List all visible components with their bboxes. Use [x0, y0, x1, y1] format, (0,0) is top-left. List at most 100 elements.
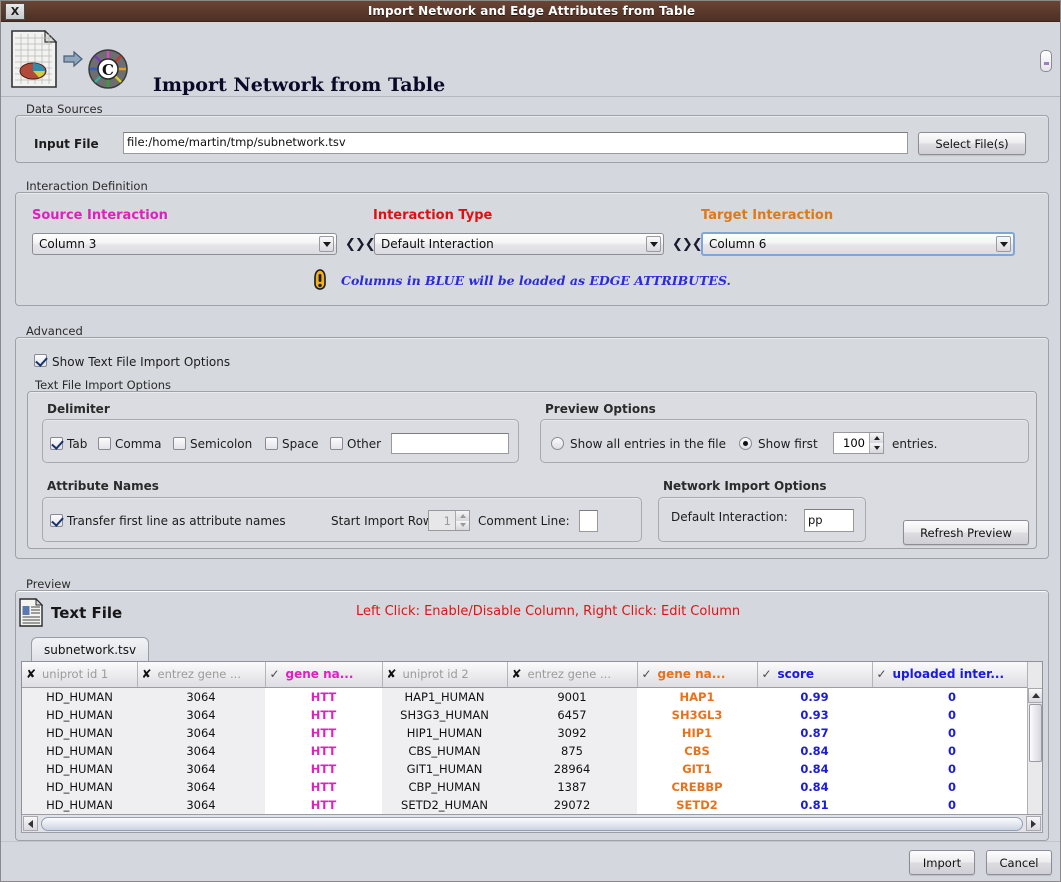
delimiter-comma-checkbox[interactable]	[98, 437, 111, 450]
target-interaction-select[interactable]: Column 6	[701, 232, 1015, 256]
table-cell: HTT	[265, 777, 382, 796]
table-cell: HTT	[265, 705, 382, 724]
delimiter-label: Delimiter	[47, 402, 110, 416]
select-files-button[interactable]: Select File(s)	[918, 132, 1026, 155]
table-cell: HTT	[265, 687, 382, 706]
source-interaction-select[interactable]: Column 3	[32, 233, 337, 255]
show-first-entries-radio[interactable]	[739, 437, 752, 450]
input-file-label: Input File	[34, 137, 99, 151]
table-row: HD_HUMAN 3064 HTT HAP1_HUMAN 9001 HAP1 0.99 0	[22, 687, 1032, 706]
data-sources-label: Data Sources	[26, 102, 103, 116]
comment-line-label: Comment Line:	[478, 514, 570, 528]
column-header-3[interactable]: ✘ uniprot id 2	[382, 662, 508, 688]
import-button[interactable]: Import	[909, 850, 975, 875]
spreadsheet-document-icon	[11, 30, 57, 88]
show-all-entries-radio[interactable]	[551, 437, 564, 450]
scroll-up-arrow-icon[interactable]	[1028, 688, 1042, 703]
window-title: Import Network and Edge Attributes from …	[367, 4, 696, 18]
table-cell: 0	[872, 687, 1032, 706]
spinner-buttons[interactable]	[869, 433, 883, 453]
text-file-import-options-label: Text File Import Options	[35, 378, 172, 392]
svg-text:C: C	[102, 61, 114, 79]
spinner-down-icon[interactable]	[870, 443, 883, 453]
delimiter-tab-checkbox[interactable]	[50, 437, 63, 450]
table-cell: SETD2	[637, 795, 757, 814]
chevron-down-icon[interactable]	[996, 236, 1011, 252]
table-cell: SH3G3_HUMAN	[382, 705, 507, 724]
column-enabled-icon: ✓	[876, 667, 887, 682]
table-cell: HAP1	[637, 687, 757, 706]
table-cell: 0.87	[757, 723, 872, 742]
preview-horizontal-scrollbar[interactable]	[21, 814, 1043, 833]
table-cell: HTT	[265, 723, 382, 742]
blue-columns-warning: Columns in BLUE will be loaded as EDGE A…	[341, 273, 731, 288]
preview-table: ✘ uniprot id 1 ✘ entrez gene ... ✓ gene na...…	[22, 662, 1033, 832]
source-interaction-label: Source Interaction	[32, 208, 168, 223]
refresh-preview-button[interactable]: Refresh Preview	[903, 520, 1029, 545]
spinner-up-icon[interactable]	[870, 433, 883, 443]
preview-vertical-scrollbar[interactable]	[1027, 662, 1042, 832]
table-cell: GIT1_HUMAN	[382, 759, 507, 778]
table-cell: 1387	[507, 777, 637, 796]
delimiter-other-label: Other	[347, 437, 382, 451]
vertical-scroll-thumb[interactable]	[1029, 704, 1042, 762]
table-cell: 0	[872, 759, 1032, 778]
table-cell: 9001	[507, 687, 637, 706]
column-header-5[interactable]: ✓ gene na...	[637, 662, 758, 688]
table-cell: HD_HUMAN	[22, 705, 137, 724]
import-network-dialog: X Import Network and Edge Attributes fro…	[0, 0, 1061, 882]
table-cell: 3064	[137, 795, 265, 814]
delimiter-other-input[interactable]	[391, 433, 509, 454]
interaction-type-select[interactable]: Default Interaction	[374, 233, 664, 255]
scroll-right-arrow-icon[interactable]	[1026, 816, 1041, 831]
table-cell: 3064	[137, 723, 265, 742]
entries-count-spinner[interactable]: 100	[833, 432, 884, 454]
column-header-0[interactable]: ✘ uniprot id 1	[22, 662, 138, 688]
column-header-2[interactable]: ✓ gene na...	[265, 662, 383, 688]
cancel-button[interactable]: Cancel	[986, 850, 1052, 875]
swap-source-type-icon[interactable]: ❮❯❮	[345, 237, 376, 252]
show-text-file-import-options-checkbox[interactable]	[34, 354, 47, 367]
column-header-label: entrez gene ...	[527, 667, 611, 682]
table-cell: 0.93	[757, 705, 872, 724]
column-disabled-icon: ✘	[141, 667, 152, 682]
table-cell: 0	[872, 723, 1032, 742]
table-cell: HTT	[265, 759, 382, 778]
delimiter-space-label: Space	[282, 437, 319, 451]
table-cell: HTT	[265, 795, 382, 814]
default-interaction-input[interactable]: pp	[804, 509, 854, 532]
spinner-up-icon[interactable]	[456, 511, 469, 521]
column-header-4[interactable]: ✘ entrez gene ...	[507, 662, 638, 688]
page-title: Import Network from Table	[153, 74, 446, 96]
horizontal-scroll-thumb[interactable]	[41, 817, 1023, 831]
table-cell: 0	[872, 741, 1032, 760]
help-icon[interactable]	[1040, 50, 1052, 72]
table-cell: 3064	[137, 705, 265, 724]
table-cell: 6457	[507, 705, 637, 724]
column-header-7[interactable]: ✓ uploaded inter...	[872, 662, 1033, 688]
spinner-down-icon[interactable]	[456, 520, 469, 530]
input-file-field[interactable]: file:/home/martin/tmp/subnetwork.tsv	[123, 132, 908, 154]
column-header-label: gene na...	[657, 667, 726, 682]
table-cell: 0.99	[757, 687, 872, 706]
attribute-names-label: Attribute Names	[47, 479, 159, 493]
chevron-down-icon[interactable]	[319, 236, 334, 252]
advanced-label: Advanced	[26, 324, 83, 338]
chevron-down-icon[interactable]	[646, 236, 661, 252]
tab-subnetwork-tsv[interactable]: subnetwork.tsv	[31, 637, 150, 661]
swap-type-target-icon[interactable]: ❮❯❮	[672, 237, 703, 252]
transfer-first-line-checkbox[interactable]	[50, 514, 63, 527]
comment-line-input[interactable]	[579, 510, 598, 532]
delimiter-other-checkbox[interactable]	[330, 437, 343, 450]
table-cell: 28964	[507, 759, 637, 778]
preview-table-head: ✘ uniprot id 1 ✘ entrez gene ... ✓ gene na...…	[22, 662, 1033, 688]
table-cell: 3064	[137, 687, 265, 706]
delimiter-space-checkbox[interactable]	[265, 437, 278, 450]
column-header-6[interactable]: ✓ score	[757, 662, 873, 688]
column-hint-text: Left Click: Enable/Disable Column, Right…	[356, 604, 741, 619]
delimiter-semicolon-checkbox[interactable]	[173, 437, 186, 450]
scroll-left-arrow-icon[interactable]	[23, 816, 38, 831]
spinner-buttons[interactable]	[455, 511, 469, 530]
column-header-1[interactable]: ✘ entrez gene ...	[137, 662, 266, 688]
start-import-row-spinner[interactable]: 1	[428, 510, 470, 531]
